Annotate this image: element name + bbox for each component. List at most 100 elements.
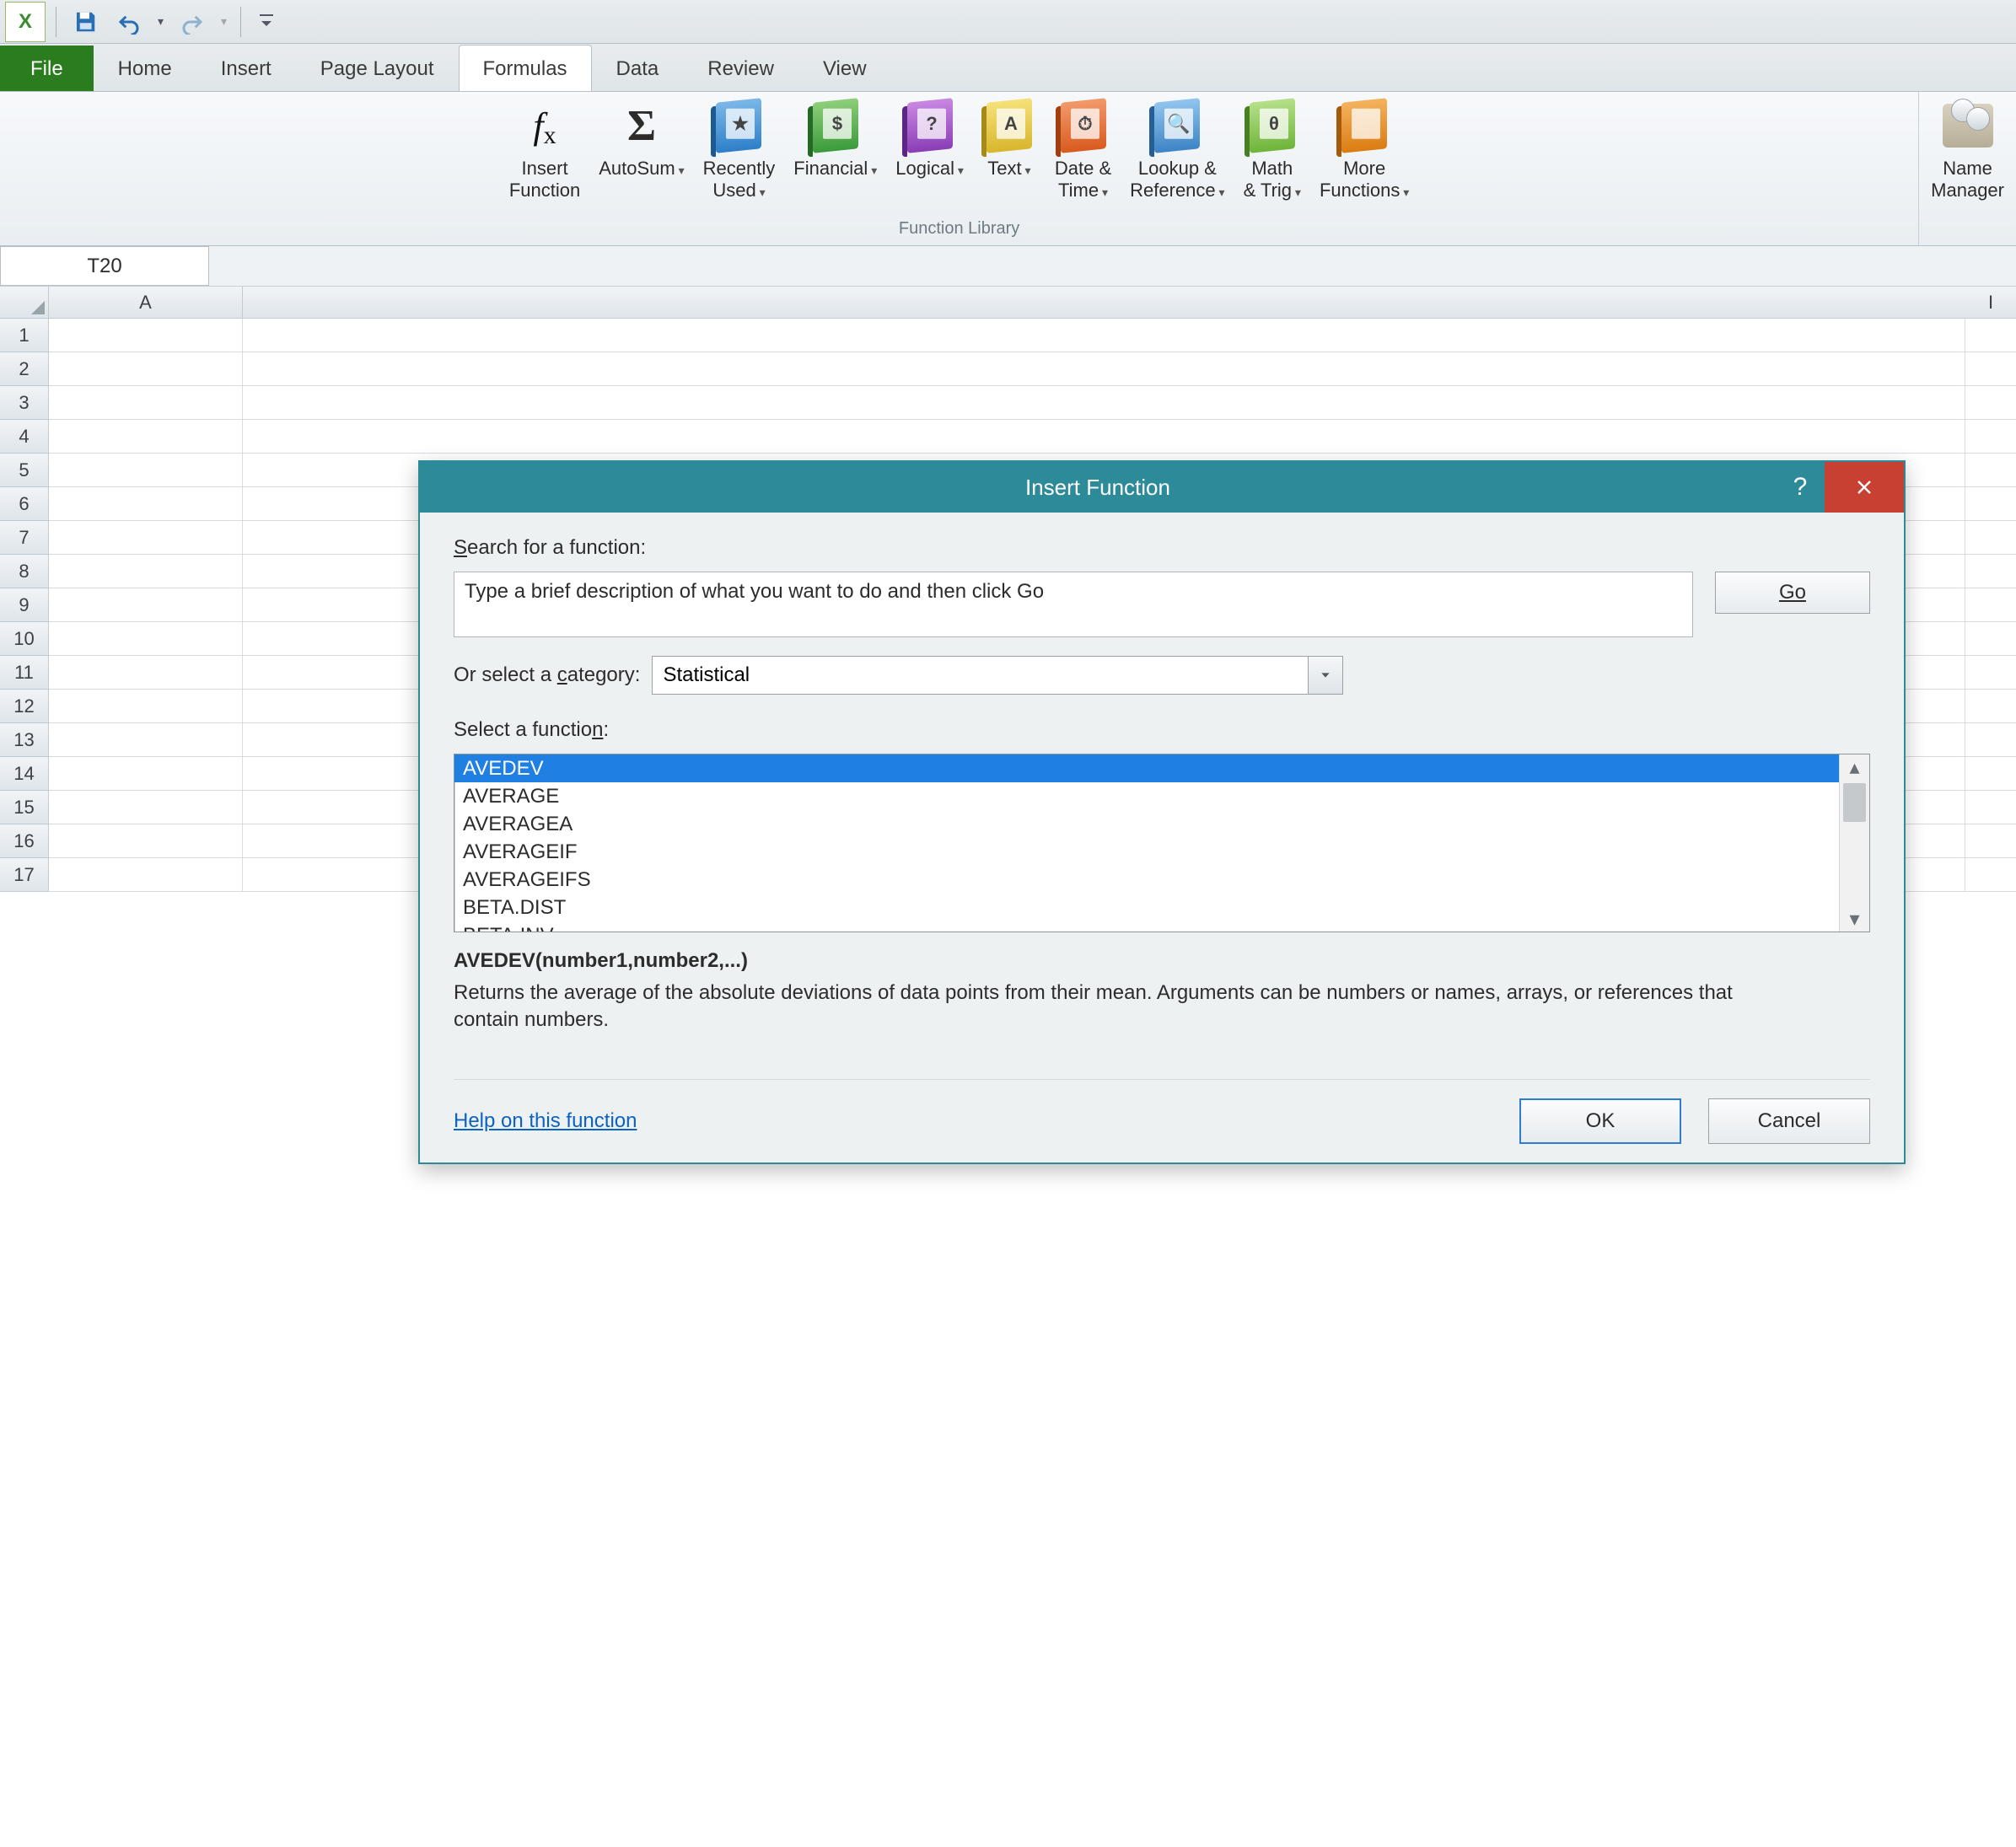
row-header[interactable]: 9 bbox=[0, 588, 49, 622]
row-header[interactable]: 14 bbox=[0, 757, 49, 791]
cell[interactable] bbox=[49, 824, 243, 858]
ribbon-date-time-button[interactable]: ⏱ Date & Time bbox=[1051, 95, 1115, 205]
function-list-item[interactable]: AVERAGE bbox=[454, 782, 1839, 810]
cell[interactable] bbox=[1965, 420, 2016, 454]
ribbon-autosum-button[interactable]: Σ AutoSum bbox=[595, 95, 687, 183]
function-list-item[interactable]: BETA.INV bbox=[454, 921, 1839, 932]
cell[interactable] bbox=[1965, 454, 2016, 487]
column-header[interactable]: I bbox=[1965, 287, 2016, 319]
cell[interactable] bbox=[1965, 791, 2016, 824]
qat-undo-button[interactable] bbox=[110, 3, 148, 40]
cell[interactable] bbox=[1965, 858, 2016, 892]
dialog-titlebar[interactable]: Insert Function ? bbox=[420, 462, 1904, 513]
cell[interactable] bbox=[1965, 319, 2016, 352]
cell[interactable] bbox=[49, 319, 243, 352]
cell[interactable] bbox=[49, 656, 243, 690]
tab-data[interactable]: Data bbox=[592, 45, 684, 91]
tab-home[interactable]: Home bbox=[94, 45, 196, 91]
cell[interactable] bbox=[49, 690, 243, 723]
cell[interactable] bbox=[243, 386, 1965, 420]
cancel-button[interactable]: Cancel bbox=[1708, 1098, 1870, 1144]
name-box[interactable]: T20 bbox=[0, 246, 209, 286]
cell[interactable] bbox=[49, 723, 243, 757]
tab-page-layout[interactable]: Page Layout bbox=[296, 45, 459, 91]
scroll-up-button[interactable]: ▴ bbox=[1840, 754, 1869, 780]
cell[interactable] bbox=[243, 319, 1965, 352]
row-header[interactable]: 8 bbox=[0, 555, 49, 588]
cell[interactable] bbox=[1965, 555, 2016, 588]
row-header[interactable]: 3 bbox=[0, 386, 49, 420]
category-select[interactable] bbox=[652, 656, 1308, 695]
cell[interactable] bbox=[243, 352, 1965, 386]
row-header[interactable]: 2 bbox=[0, 352, 49, 386]
ribbon-recently-used-button[interactable]: ★ Recently Used bbox=[700, 95, 779, 205]
qat-redo-dropdown[interactable]: ▾ bbox=[218, 14, 230, 29]
tab-review[interactable]: Review bbox=[683, 45, 798, 91]
cell[interactable] bbox=[49, 487, 243, 521]
cell[interactable] bbox=[49, 420, 243, 454]
ribbon-more-functions-button[interactable]: More Functions bbox=[1316, 95, 1412, 205]
function-list-item[interactable]: AVERAGEA bbox=[454, 810, 1839, 838]
scroll-thumb[interactable] bbox=[1843, 783, 1866, 822]
help-on-function-link[interactable]: Help on this function bbox=[454, 1109, 637, 1133]
ok-button[interactable]: OK bbox=[1519, 1098, 1681, 1144]
column-header-area[interactable] bbox=[243, 287, 1965, 319]
scroll-down-button[interactable]: ▾ bbox=[1840, 906, 1869, 932]
ribbon-math-trig-button[interactable]: θ Math & Trig bbox=[1240, 95, 1304, 205]
row-header[interactable]: 12 bbox=[0, 690, 49, 723]
search-function-input[interactable]: Type a brief description of what you wan… bbox=[454, 572, 1693, 637]
cell[interactable] bbox=[49, 454, 243, 487]
function-list-item[interactable]: AVERAGEIFS bbox=[454, 866, 1839, 894]
ribbon-name-manager-button[interactable]: Name Manager bbox=[1927, 95, 2008, 203]
ribbon-text-button[interactable]: A Text bbox=[979, 95, 1040, 183]
tab-formulas[interactable]: Formulas bbox=[459, 45, 592, 91]
cell[interactable] bbox=[243, 420, 1965, 454]
row-header[interactable]: 16 bbox=[0, 824, 49, 858]
row-header[interactable]: 6 bbox=[0, 487, 49, 521]
row-header[interactable]: 15 bbox=[0, 791, 49, 824]
qat-customize-button[interactable] bbox=[256, 9, 277, 34]
formula-bar[interactable] bbox=[209, 246, 2016, 286]
row-header[interactable]: 1 bbox=[0, 319, 49, 352]
cell[interactable] bbox=[1965, 352, 2016, 386]
row-header[interactable]: 10 bbox=[0, 622, 49, 656]
qat-undo-dropdown[interactable]: ▾ bbox=[154, 14, 167, 29]
row-header[interactable]: 4 bbox=[0, 420, 49, 454]
cell[interactable] bbox=[49, 352, 243, 386]
tab-file[interactable]: File bbox=[0, 46, 94, 91]
cell[interactable] bbox=[49, 858, 243, 892]
cell[interactable] bbox=[1965, 656, 2016, 690]
cell[interactable] bbox=[49, 521, 243, 555]
app-icon[interactable]: X bbox=[5, 2, 46, 42]
row-header[interactable]: 17 bbox=[0, 858, 49, 892]
cell[interactable] bbox=[1965, 487, 2016, 521]
cell[interactable] bbox=[49, 757, 243, 791]
cell[interactable] bbox=[49, 555, 243, 588]
cell[interactable] bbox=[1965, 588, 2016, 622]
function-list-scrollbar[interactable]: ▴ ▾ bbox=[1839, 754, 1869, 932]
cell[interactable] bbox=[49, 622, 243, 656]
function-list[interactable]: AVEDEVAVERAGEAVERAGEAAVERAGEIFAVERAGEIFS… bbox=[454, 754, 1839, 932]
cell[interactable] bbox=[1965, 723, 2016, 757]
column-header[interactable]: A bbox=[49, 287, 243, 319]
cell[interactable] bbox=[49, 386, 243, 420]
row-header[interactable]: 5 bbox=[0, 454, 49, 487]
cell[interactable] bbox=[49, 791, 243, 824]
function-list-item[interactable]: AVERAGEIF bbox=[454, 838, 1839, 866]
select-all-corner[interactable] bbox=[0, 287, 49, 319]
row-header[interactable]: 7 bbox=[0, 521, 49, 555]
row-header[interactable]: 13 bbox=[0, 723, 49, 757]
go-button[interactable]: Go bbox=[1715, 572, 1870, 614]
dialog-close-button[interactable] bbox=[1825, 462, 1904, 513]
qat-redo-button[interactable] bbox=[174, 3, 211, 40]
ribbon-lookup-reference-button[interactable]: 🔍 Lookup & Reference bbox=[1126, 95, 1228, 205]
cell[interactable] bbox=[1965, 824, 2016, 858]
category-dropdown-button[interactable] bbox=[1308, 656, 1343, 695]
cell[interactable] bbox=[1965, 757, 2016, 791]
cell[interactable] bbox=[49, 588, 243, 622]
function-list-item[interactable]: BETA.DIST bbox=[454, 894, 1839, 921]
cell[interactable] bbox=[1965, 690, 2016, 723]
ribbon-financial-button[interactable]: $ Financial bbox=[790, 95, 880, 183]
ribbon-insert-function-button[interactable]: fx Insert Function bbox=[506, 95, 583, 203]
row-header[interactable]: 11 bbox=[0, 656, 49, 690]
